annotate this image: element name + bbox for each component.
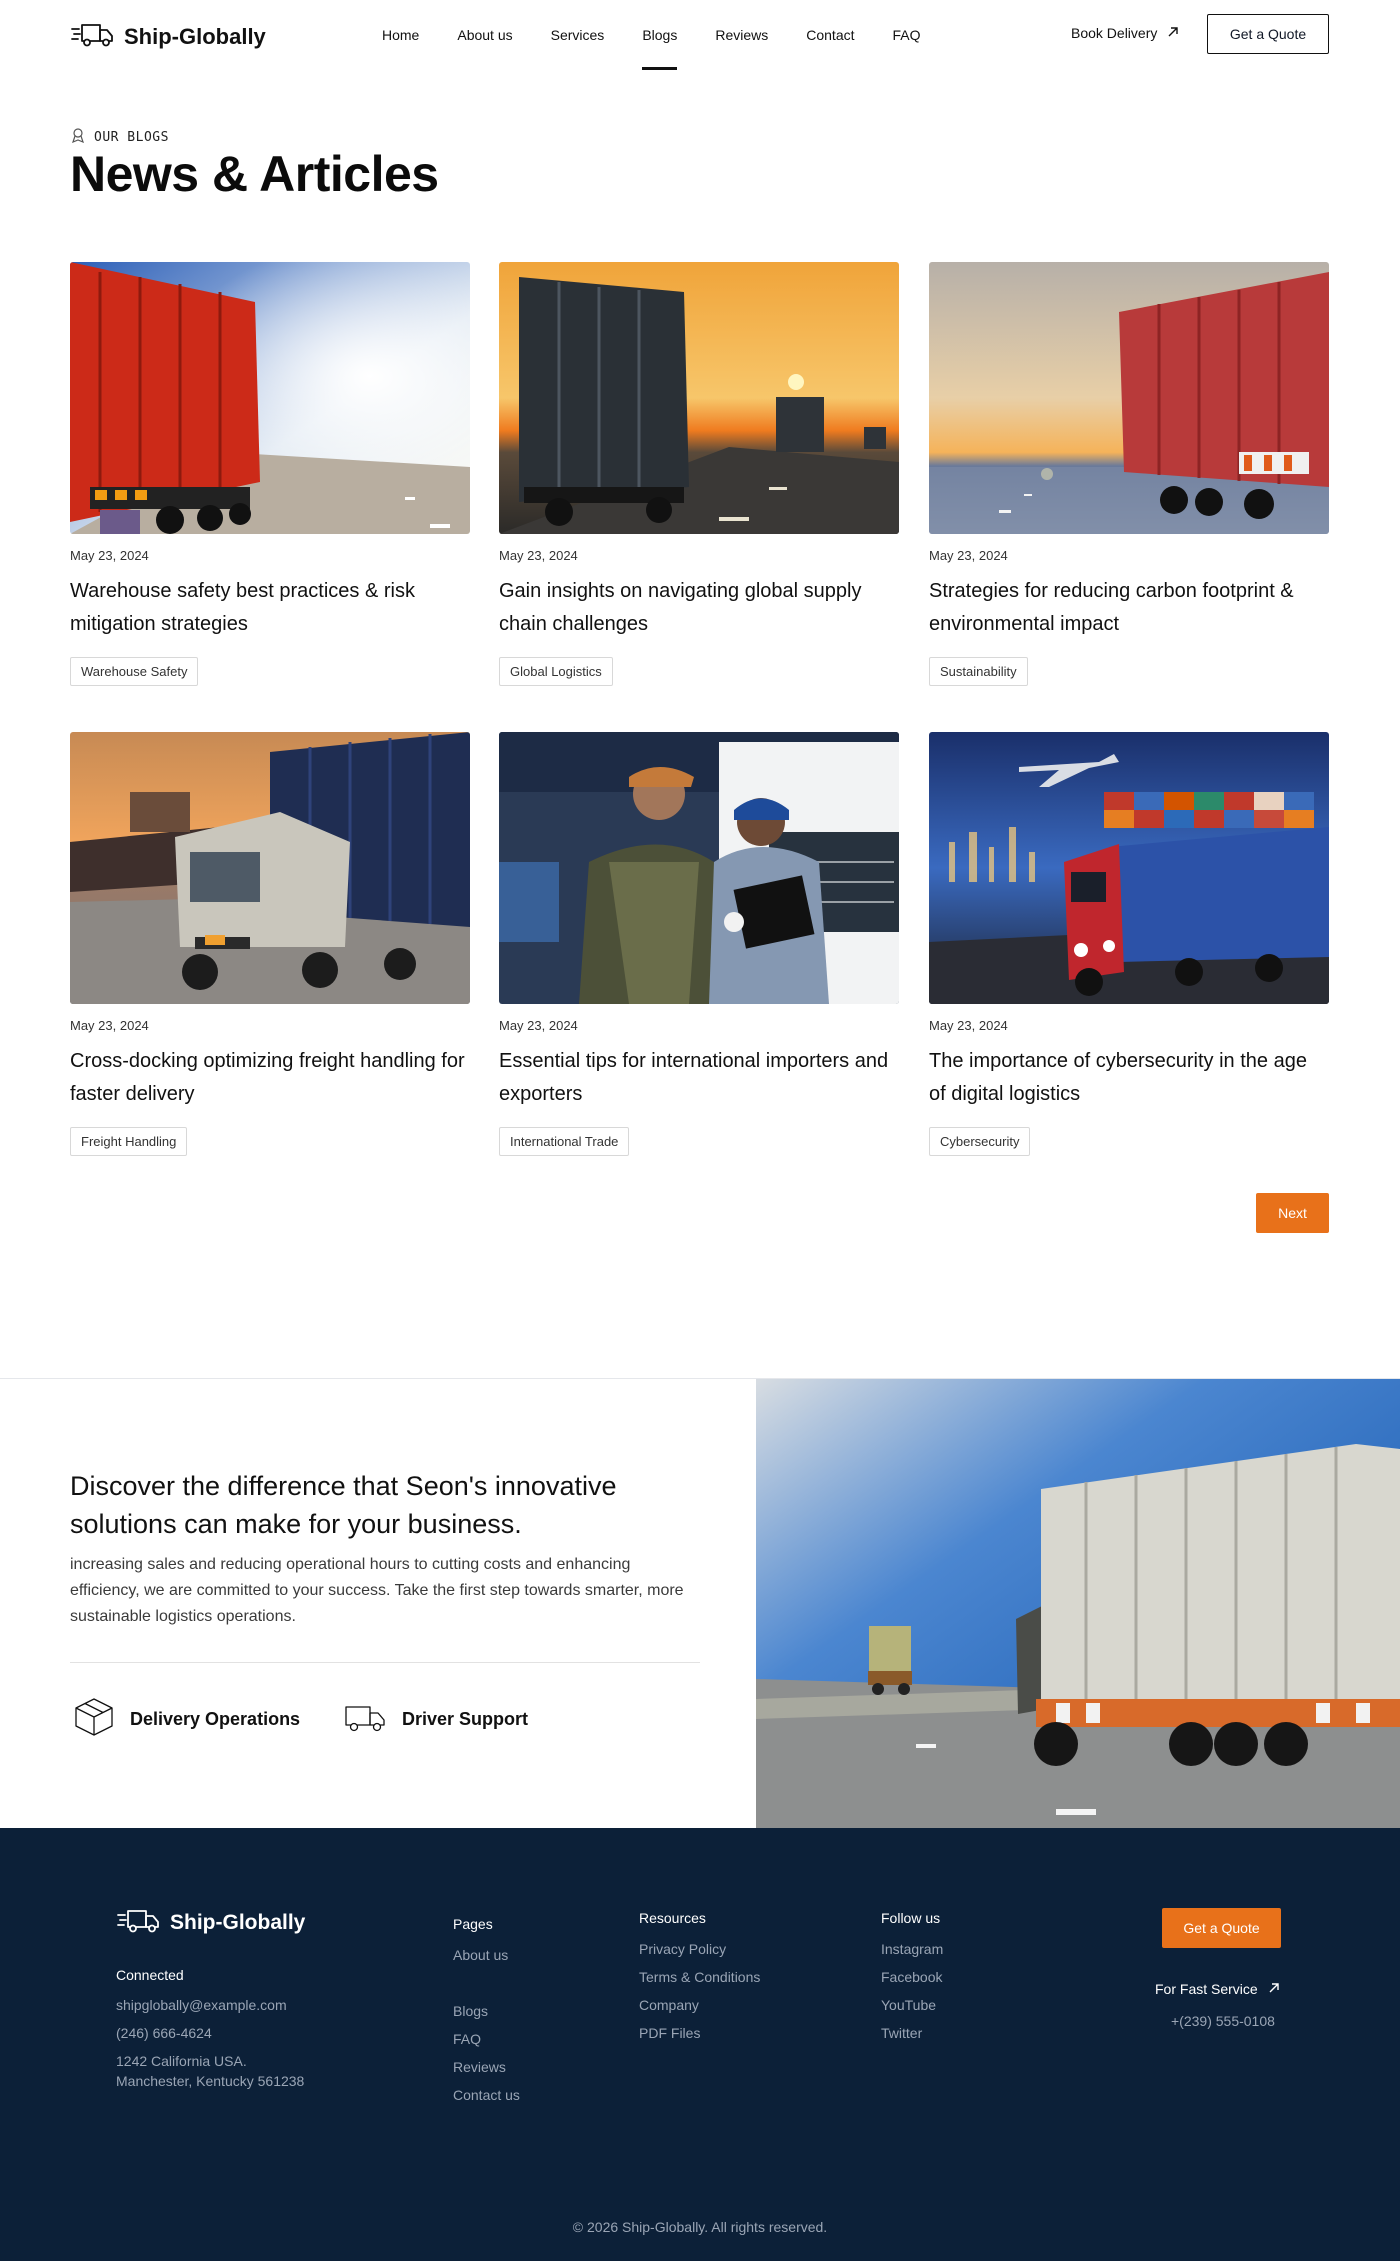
main-nav: Home About us Services Blogs Reviews Con… <box>382 0 921 70</box>
nav-about-us[interactable]: About us <box>457 0 512 70</box>
blog-card[interactable]: May 23, 2024 Essential tips for internat… <box>499 732 899 1156</box>
blog-card[interactable]: May 23, 2024 Gain insights on navigating… <box>499 262 899 686</box>
delivery-truck-icon <box>70 20 114 53</box>
arrow-up-right-icon <box>1268 1981 1280 1997</box>
site-header: Ship-Globally Home About us Services Blo… <box>0 0 1400 70</box>
brand-name: Ship-Globally <box>124 23 266 49</box>
book-delivery-link[interactable]: Book Delivery <box>1071 25 1179 41</box>
feature-label: Driver Support <box>402 1709 529 1729</box>
footer-page-link[interactable]: About us <box>453 1947 508 1963</box>
next-page-button[interactable]: Next <box>1256 1193 1329 1233</box>
footer-brand-logo[interactable]: Ship-Globally <box>116 1906 305 1940</box>
fast-service-label: For Fast Service <box>1155 1981 1258 1997</box>
footer-connected-title: Connected <box>116 1967 184 1983</box>
footer-social-instagram[interactable]: Instagram <box>881 1941 943 1957</box>
eyebrow-text: OUR BLOGS <box>94 129 169 145</box>
section-eyebrow: OUR BLOGS <box>70 127 169 147</box>
footer-page-link[interactable]: Reviews <box>453 2059 506 2075</box>
blog-card-title[interactable]: Gain insights on navigating global suppl… <box>499 575 899 641</box>
feature-delivery-operations: Delivery Operations <box>72 1695 300 1744</box>
page-title: News & Articles <box>70 146 439 202</box>
footer-brand-name: Ship-Globally <box>170 1911 306 1934</box>
blog-card-date: May 23, 2024 <box>499 548 578 563</box>
blog-card[interactable]: May 23, 2024 Cross-docking optimizing fr… <box>70 732 470 1156</box>
fast-service-phone[interactable]: +(239) 555-0108 <box>1171 2013 1275 2029</box>
book-delivery-label: Book Delivery <box>1071 25 1158 41</box>
box-icon <box>72 1695 116 1744</box>
nav-reviews[interactable]: Reviews <box>715 0 768 70</box>
brand-logo[interactable]: Ship-Globally <box>70 20 266 53</box>
badge-icon <box>70 127 86 147</box>
footer-social-twitter[interactable]: Twitter <box>881 2025 922 2041</box>
divider <box>70 1662 700 1663</box>
blog-card-image[interactable] <box>70 262 470 534</box>
blog-card[interactable]: May 23, 2024 Warehouse safety best pract… <box>70 262 470 686</box>
blog-card-tag[interactable]: Cybersecurity <box>929 1127 1031 1156</box>
blog-card-tag[interactable]: Warehouse Safety <box>70 657 199 686</box>
feature-label: Delivery Operations <box>130 1709 301 1729</box>
blog-card-date: May 23, 2024 <box>499 1018 578 1033</box>
footer-get-quote-button[interactable]: Get a Quote <box>1162 1908 1281 1948</box>
blog-card-date: May 23, 2024 <box>70 548 149 563</box>
blog-card-title[interactable]: Essential tips for international importe… <box>499 1045 899 1111</box>
footer-resource-link[interactable]: PDF Files <box>639 2025 700 2041</box>
blog-card[interactable]: May 23, 2024 Strategies for reducing car… <box>929 262 1329 686</box>
footer-page-link[interactable]: FAQ <box>453 2031 481 2047</box>
blog-card-title[interactable]: Strategies for reducing carbon footprint… <box>929 575 1329 641</box>
footer-page-link[interactable]: Blogs <box>453 2003 488 2019</box>
footer-page-link[interactable]: Contact us <box>453 2087 520 2103</box>
footer-follow-title: Follow us <box>881 1910 941 1926</box>
footer-address-line2: Manchester, Kentucky 561238 <box>116 2073 305 2089</box>
footer-resource-link[interactable]: Company <box>639 1997 699 2013</box>
cta-section: Discover the difference that Seon's inno… <box>0 1378 1400 1829</box>
nav-blogs[interactable]: Blogs <box>642 0 678 70</box>
blog-card-image[interactable] <box>70 732 470 1004</box>
blog-card-tag[interactable]: International Trade <box>499 1127 630 1156</box>
blog-card-date: May 23, 2024 <box>929 1018 1008 1033</box>
delivery-truck-icon <box>116 1906 160 1940</box>
footer-social-facebook[interactable]: Facebook <box>881 1969 942 1985</box>
blog-card-title[interactable]: Cross-docking optimizing freight handlin… <box>70 1045 470 1111</box>
footer-social-youtube[interactable]: YouTube <box>881 1997 936 2013</box>
copyright: © 2026 Ship-Globally. All rights reserve… <box>572 2219 828 2235</box>
footer-address-line1: 1242 California USA. <box>116 2053 247 2069</box>
arrow-up-right-icon <box>1167 25 1179 41</box>
cta-text: increasing sales and reducing operationa… <box>70 1556 684 1625</box>
footer-resource-link[interactable]: Terms & Conditions <box>639 1969 760 1985</box>
truck-icon <box>344 1695 388 1744</box>
blog-card-title[interactable]: Warehouse safety best practices & risk m… <box>70 575 470 641</box>
blog-card-tag[interactable]: Sustainability <box>929 657 1028 686</box>
blog-card-image[interactable] <box>499 262 899 534</box>
footer-pages-title: Pages <box>453 1916 493 1932</box>
footer-phone[interactable]: (246) 666-4624 <box>116 2025 212 2041</box>
cta-image <box>756 1379 1400 1829</box>
footer-email[interactable]: shipglobally@example.com <box>116 1997 287 2013</box>
footer-resource-link[interactable]: Privacy Policy <box>639 1941 726 1957</box>
get-quote-button[interactable]: Get a Quote <box>1207 14 1329 54</box>
blog-card-date: May 23, 2024 <box>70 1018 149 1033</box>
blog-card-image[interactable] <box>929 732 1329 1004</box>
blog-card-image[interactable] <box>929 262 1329 534</box>
blog-card[interactable]: May 23, 2024 The importance of cybersecu… <box>929 732 1329 1156</box>
nav-home[interactable]: Home <box>382 0 419 70</box>
nav-services[interactable]: Services <box>551 0 605 70</box>
footer-resources-title: Resources <box>639 1910 706 1926</box>
cta-title: Discover the difference that Seon's inno… <box>70 1471 617 1539</box>
blog-card-tag[interactable]: Global Logistics <box>499 657 613 686</box>
site-footer: Ship-Globally Connected shipglobally@exa… <box>0 1828 1400 2261</box>
blog-card-tag[interactable]: Freight Handling <box>70 1127 188 1156</box>
blog-card-title[interactable]: The importance of cybersecurity in the a… <box>929 1045 1329 1111</box>
nav-contact[interactable]: Contact <box>806 0 854 70</box>
blog-card-image[interactable] <box>499 732 899 1004</box>
feature-driver-support: Driver Support <box>344 1695 528 1744</box>
fast-service-link[interactable]: For Fast Service <box>1155 1981 1280 1997</box>
blog-card-date: May 23, 2024 <box>929 548 1008 563</box>
nav-faq[interactable]: FAQ <box>893 0 921 70</box>
